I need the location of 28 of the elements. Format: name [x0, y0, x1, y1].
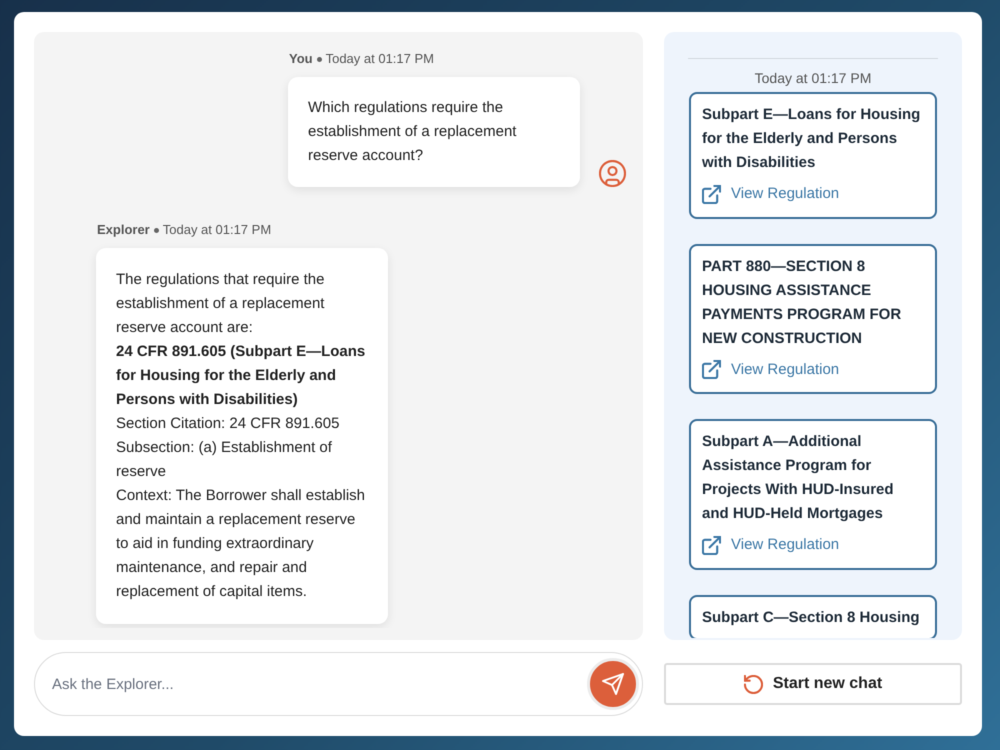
- view-regulation-link[interactable]: View Regulation: [702, 358, 840, 382]
- regulation-title: Subpart C—Section 8 Housing: [702, 608, 921, 628]
- regulation-title: Subpart E—Loans for Housing for the Elderly and Persons with Disabilities: [702, 105, 922, 173]
- refresh-icon: [744, 674, 763, 694]
- message-time: Today at 01:17 PM: [162, 221, 272, 239]
- regulation-title: PART 880—SECTION 8 HOUSING ASSISTANCE PAYMENTS PROGRAM FOR NEW CONSTRUCTION: [702, 256, 902, 348]
- message-text: Which regulations require the establishment of a replacement reserve account?: [308, 98, 518, 166]
- user-avatar-icon: [599, 160, 626, 187]
- message-text: Subsection: (a) Establishment of reserve: [116, 438, 333, 482]
- external-link-icon: [702, 536, 721, 554]
- external-link-icon: [702, 184, 721, 204]
- chat-input-field[interactable]: Ask the Explorer...: [34, 652, 643, 716]
- citation-heading: 24 CFR 891.605 (Subpart E—Loans for Housing for the Elderly and Persons with Disabilities): [116, 342, 366, 410]
- message-text: Context: The Borrower shall establish and maintain a replacement reserve to aid in funding extraordinary maintenance, and repair and replacement of capital items.: [116, 486, 366, 602]
- author-name: Explorer: [97, 221, 150, 239]
- external-link-icon: [702, 360, 721, 379]
- message-text: Section Citation: 24 CFR 891.605: [116, 414, 340, 434]
- start-new-chat-button[interactable]: Start new chat: [664, 663, 962, 705]
- message-text: The regulations that require the establishment of a replacement reserve account are:: [116, 270, 326, 338]
- sources-time: Today at 01:17 PM: [754, 69, 872, 87]
- regulation-title: Subpart A—Additional Assistance Program for Projects With HUD-Insured and HUD-Held Mortgages: [702, 432, 895, 524]
- message-time: Today at 01:17 PM: [326, 50, 434, 68]
- dot-separator-icon: [154, 228, 159, 232]
- dot-separator-icon: [316, 56, 322, 62]
- view-regulation-link[interactable]: View Regulation: [702, 533, 840, 557]
- paper-plane-icon: [602, 673, 624, 695]
- author-name: You: [289, 50, 313, 68]
- view-regulation-link[interactable]: View Regulation: [702, 182, 840, 206]
